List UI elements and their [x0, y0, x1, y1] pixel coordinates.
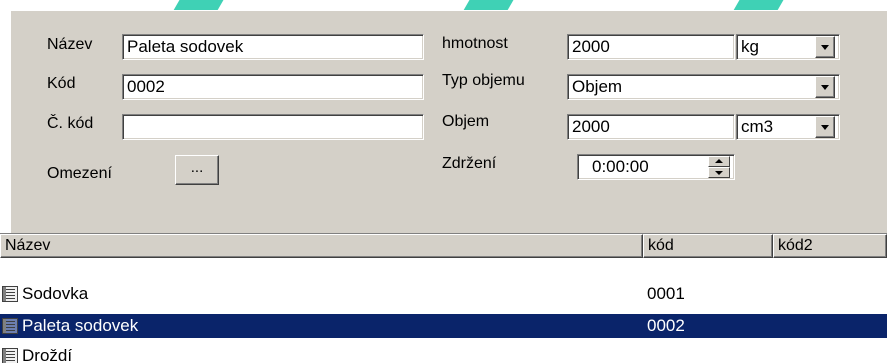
typ-objemu-value: Objem — [572, 77, 623, 96]
list-item-nazev: Droždí — [22, 346, 73, 363]
hmotnost-unit-select[interactable]: kg — [736, 34, 840, 60]
table-icon — [2, 348, 18, 363]
hmotnost-field[interactable]: 2000 — [567, 34, 735, 60]
nazev-label: Název — [47, 36, 93, 53]
objem-unit-select[interactable]: cm3 — [736, 114, 840, 140]
kod-label: Kód — [47, 75, 76, 92]
column-header-kod2[interactable]: kód2 — [773, 234, 887, 258]
chevron-down-icon[interactable] — [815, 36, 835, 58]
list-item-kod: 0001 — [647, 284, 685, 303]
list-item-kod: 0002 — [647, 316, 685, 335]
column-header-nazev[interactable]: Název — [0, 234, 643, 258]
zdrzeni-field[interactable]: 0:00:00 — [577, 154, 735, 180]
spin-down-icon[interactable] — [708, 167, 730, 178]
list-item[interactable]: Sodovka 0001 — [0, 282, 887, 306]
omezeni-button[interactable]: ... — [175, 155, 219, 185]
table-icon — [2, 318, 18, 334]
item-form-panel: Název Paleta sodovek Kód 0002 Č. kód Ome… — [10, 10, 887, 233]
nazev-field[interactable]: Paleta sodovek — [122, 34, 424, 60]
list-item-nazev: Paleta sodovek — [22, 316, 139, 335]
objem-unit-value: cm3 — [741, 117, 774, 136]
objem-label: Objem — [442, 113, 490, 130]
zdrzeni-label: Zdržení — [442, 155, 497, 172]
item-list: Název kód kód2 Sodovka 0001 Paleta sodov… — [0, 233, 887, 363]
ckod-label: Č. kód — [47, 115, 94, 132]
hmotnost-unit-value: kg — [741, 37, 759, 56]
top-banner — [0, 0, 887, 10]
ckod-field[interactable] — [122, 114, 424, 140]
chevron-down-icon[interactable] — [815, 76, 835, 98]
list-item-nazev: Sodovka — [22, 284, 89, 303]
hmotnost-label: hmotnost — [442, 35, 508, 52]
omezeni-label: Omezení — [47, 165, 112, 182]
zdrzeni-value: 0:00:00 — [592, 157, 649, 176]
list-item-selected[interactable]: Paleta sodovek 0002 — [0, 314, 887, 338]
spin-arrows-icon[interactable] — [708, 156, 730, 178]
typ-objemu-select[interactable]: Objem — [567, 74, 840, 100]
banner-stripe — [460, 0, 516, 10]
chevron-down-icon[interactable] — [815, 116, 835, 138]
column-header-kod[interactable]: kód — [643, 234, 773, 258]
banner-stripe — [730, 0, 786, 10]
typ-objemu-label: Typ objemu — [442, 72, 525, 89]
kod-field[interactable]: 0002 — [122, 74, 424, 100]
list-item[interactable]: Droždí — [0, 344, 887, 363]
objem-field[interactable]: 2000 — [567, 114, 735, 140]
banner-stripe — [170, 0, 226, 10]
spin-up-icon[interactable] — [708, 156, 730, 167]
table-icon — [2, 286, 18, 302]
